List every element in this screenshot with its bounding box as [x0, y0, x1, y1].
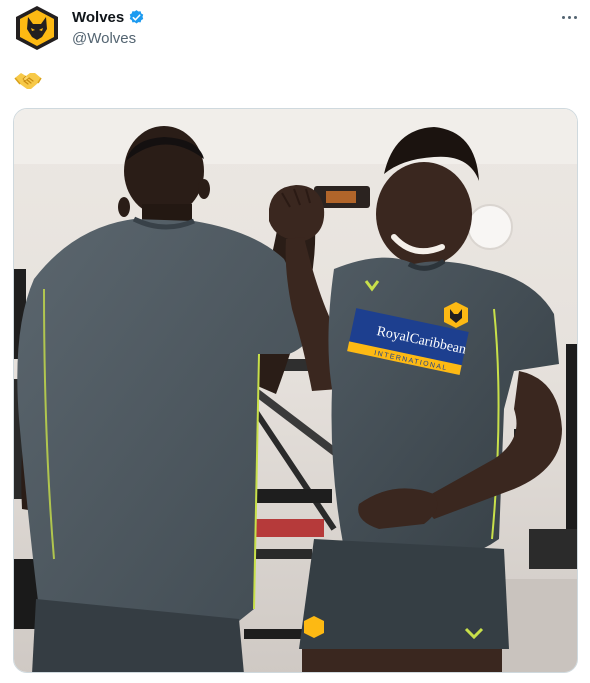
account-name[interactable]: Wolves: [72, 9, 124, 26]
more-options-button[interactable]: [556, 8, 582, 26]
account-handle[interactable]: @Wolves: [72, 30, 136, 47]
players-high-five-photo: RoyalCaribbean INTERNATIONAL: [14, 109, 577, 672]
tweet-photo[interactable]: RoyalCaribbean INTERNATIONAL: [13, 108, 578, 673]
more-options-icon: [561, 15, 565, 19]
dot: [573, 15, 577, 19]
wall-clock: [467, 204, 513, 250]
account-avatar[interactable]: [14, 5, 60, 51]
handshake-emoji: [14, 73, 42, 89]
wolves-crest-icon: [16, 6, 58, 50]
verified-badge-icon: [130, 10, 144, 24]
tweet-text: [14, 70, 44, 94]
dot: [567, 15, 571, 19]
account-name-row[interactable]: Wolves: [72, 9, 145, 26]
